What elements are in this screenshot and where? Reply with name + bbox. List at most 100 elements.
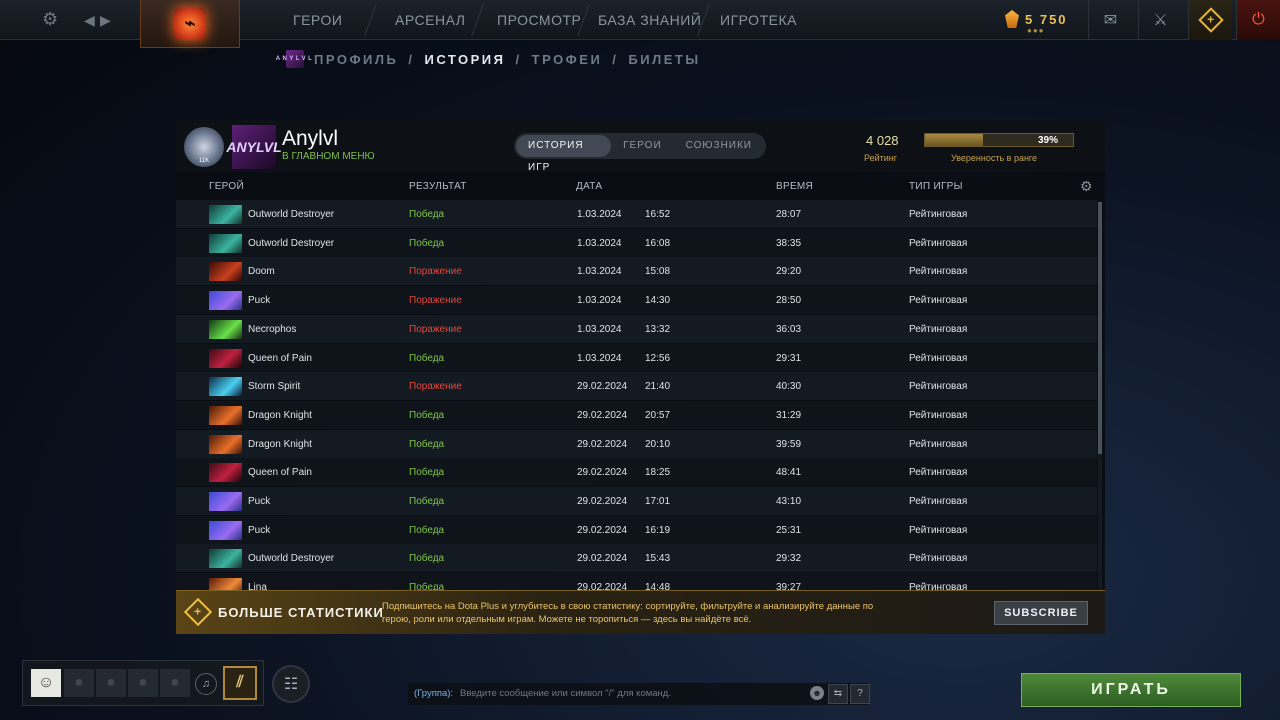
hero-name: Puck: [248, 524, 271, 536]
mail-button[interactable]: ✉: [1088, 0, 1132, 40]
match-result: Победа: [409, 237, 445, 249]
tab-match-history[interactable]: ИСТОРИЯ ИГР: [516, 135, 612, 173]
subscribe-button[interactable]: SUBSCRIBE: [994, 601, 1088, 625]
nav-watch[interactable]: ПРОСМОТР: [497, 0, 581, 40]
match-result: Поражение: [409, 295, 462, 307]
match-result: Поражение: [409, 266, 462, 278]
friends-icon: ☷: [283, 676, 299, 693]
tab-history[interactable]: ИСТОРИЯ: [425, 52, 506, 67]
scrollbar-thumb[interactable]: [1098, 202, 1102, 454]
match-date: 29.02.2024: [577, 553, 628, 565]
play-button[interactable]: ИГРАТЬ: [1021, 673, 1241, 707]
nav-heroes[interactable]: ГЕРОИ: [293, 0, 342, 40]
friends-button[interactable]: ☷: [272, 665, 310, 703]
column-header-hero[interactable]: ГЕРОЙ: [209, 181, 244, 192]
match-start-time: 20:57: [645, 409, 671, 421]
game-type: Рейтинговая: [909, 295, 968, 307]
match-result: Победа: [409, 467, 445, 479]
table-row[interactable]: Outworld Destroyer Победа 1.03.2024 16:52 28…: [176, 200, 1097, 228]
chat-channel-switch-button[interactable]: ⇆: [828, 684, 848, 704]
table-row[interactable]: Lina Победа 29.02.2024 14:48 39:27 Рейтингова…: [176, 573, 1097, 590]
match-date: 29.02.2024: [577, 409, 628, 421]
breadcrumb-separator: /: [612, 51, 619, 67]
match-duration: 29:20: [776, 266, 802, 278]
rank-confidence-label: Уверенность в ранге: [951, 153, 1038, 163]
match-duration: 36:03: [776, 323, 802, 335]
scrollbar[interactable]: [1098, 202, 1102, 590]
hero-name: Doom: [248, 266, 275, 278]
table-row[interactable]: Dragon Knight Победа 29.02.2024 20:57 31:29 Р…: [176, 400, 1097, 429]
match-result: Победа: [409, 352, 445, 364]
match-duration: 43:10: [776, 496, 802, 507]
tab-heroes[interactable]: ГЕРОИ: [611, 135, 674, 157]
match-start-time: 15:43: [645, 553, 671, 565]
match-duration: 40:30: [776, 381, 802, 393]
table-row[interactable]: Outworld Destroyer Победа 1.03.2024 16:08 38…: [176, 228, 1097, 257]
tab-tickets[interactable]: БИЛЕТЫ: [628, 52, 700, 67]
game-type: Рейтинговая: [909, 553, 968, 565]
table-row[interactable]: Dragon Knight Победа 29.02.2024 20:10 39:59 Р…: [176, 429, 1097, 458]
table-row[interactable]: Puck Победа 29.02.2024 16:19 25:31 Рейтингова…: [176, 515, 1097, 544]
game-type: Рейтинговая: [909, 496, 968, 507]
tab-trophies[interactable]: ТРОФЕИ: [532, 52, 603, 67]
match-result: Победа: [409, 209, 445, 220]
table-settings-gear-icon[interactable]: ⚙: [1080, 178, 1093, 195]
party-slot-self[interactable]: ☺: [31, 669, 61, 697]
table-row[interactable]: Storm Spirit Поражение 29.02.2024 21:40 40:3…: [176, 372, 1097, 401]
guild-shield-button[interactable]: ⫽: [223, 666, 257, 700]
nav-arcade[interactable]: ИГРОТЕКА: [720, 0, 797, 40]
table-row[interactable]: Doom Поражение 1.03.2024 15:08 29:20 Рейтинго…: [176, 257, 1097, 286]
party-slot-empty[interactable]: ●: [64, 669, 94, 697]
match-date: 1.03.2024: [577, 323, 622, 335]
match-start-time: 14:30: [645, 295, 671, 307]
table-row[interactable]: Puck Поражение 1.03.2024 14:30 28:50 Рейтинго…: [176, 286, 1097, 315]
forward-arrow-icon[interactable]: ▶: [100, 12, 111, 29]
party-bar: ☺ ● ● ● ● ♫ ⫽: [22, 660, 264, 706]
column-header-game-type[interactable]: ТИП ИГРЫ: [909, 181, 963, 192]
match-start-time: 14:48: [645, 582, 671, 590]
rank-confidence-fill: [925, 134, 983, 146]
party-slot-empty[interactable]: ●: [160, 669, 190, 697]
table-row[interactable]: Puck Победа 29.02.2024 17:01 43:10 Рейтингова…: [176, 487, 1097, 515]
table-row[interactable]: Necrophos Поражение 1.03.2024 13:32 36:03 Рей…: [176, 314, 1097, 343]
chat-input[interactable]: (Группа): Введите сообщение или символ "…: [408, 683, 870, 705]
table-row[interactable]: Queen of Pain Победа 29.02.2024 18:25 48:41 Р…: [176, 458, 1097, 487]
settings-gear-icon[interactable]: ⚙: [42, 9, 58, 30]
party-slot-empty[interactable]: ●: [128, 669, 158, 697]
column-header-date[interactable]: ДАТА: [576, 181, 602, 192]
dota-logo-button[interactable]: ⌁: [140, 0, 240, 48]
voice-chat-button[interactable]: ♫: [195, 673, 217, 695]
column-header-duration[interactable]: ВРЕМЯ: [776, 181, 813, 192]
dota-plus-button[interactable]: +: [1188, 0, 1232, 40]
hero-name: Dragon Knight: [248, 409, 312, 421]
game-type: Рейтинговая: [909, 323, 968, 335]
rank-medal-icon: 11K: [184, 127, 224, 167]
party-slot-empty[interactable]: ●: [96, 669, 126, 697]
armory-button[interactable]: ⚔: [1138, 0, 1182, 40]
chat-help-button[interactable]: ?: [850, 684, 870, 704]
nav-arsenal[interactable]: АРСЕНАЛ: [395, 0, 465, 40]
match-duration: 39:27: [776, 582, 802, 590]
match-result: Поражение: [409, 323, 462, 335]
hero-name: Lina: [248, 582, 267, 590]
table-row[interactable]: Outworld Destroyer Победа 29.02.2024 15:43 2…: [176, 544, 1097, 573]
history-tabs: ИСТОРИЯ ИГР ГЕРОИ СОЮЗНИКИ: [514, 133, 766, 173]
game-type: Рейтинговая: [909, 266, 968, 278]
emoji-icon[interactable]: ☻: [810, 686, 824, 700]
hero-portrait-icon: [209, 233, 242, 253]
match-duration: 39:59: [776, 438, 802, 450]
avatar[interactable]: ANYLVL: [226, 125, 282, 169]
tab-profile[interactable]: ПРОФИЛЬ: [314, 52, 398, 67]
match-start-time: 15:08: [645, 266, 671, 278]
tab-allies[interactable]: СОЮЗНИКИ: [674, 135, 764, 157]
match-result: Победа: [409, 524, 445, 536]
column-header-result[interactable]: РЕЗУЛЬТАТ: [409, 181, 467, 192]
hero-portrait-icon: [209, 549, 242, 569]
nav-learn[interactable]: БАЗА ЗНАНИЙ: [598, 0, 701, 40]
breadcrumb-avatar: ANYLVL: [276, 50, 312, 68]
quit-button[interactable]: ⏻: [1236, 0, 1280, 40]
table-row[interactable]: Queen of Pain Победа 1.03.2024 12:56 29:31 Ре…: [176, 343, 1097, 372]
back-arrow-icon[interactable]: ◀: [84, 12, 95, 29]
dota-plus-icon: +: [1197, 7, 1224, 33]
profile-header: 11K ANYLVL Anylvl В ГЛАВНОМ МЕНЮ ИСТОРИЯ…: [176, 120, 1105, 173]
